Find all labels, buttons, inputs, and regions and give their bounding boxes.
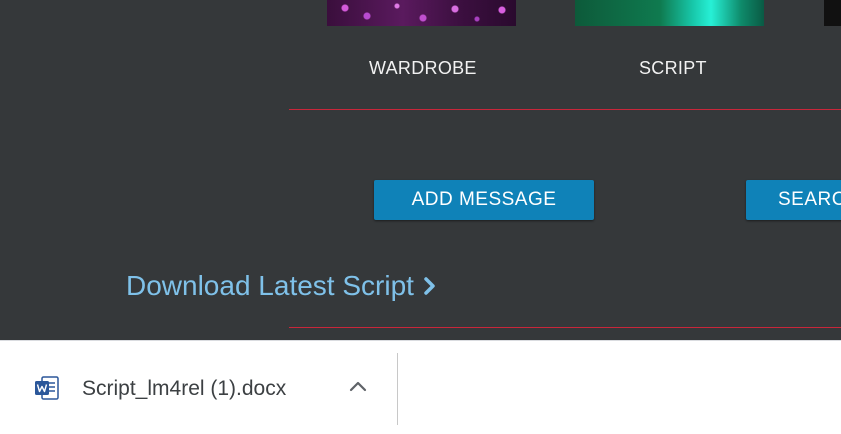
chevron-up-icon[interactable] — [348, 379, 368, 393]
category-thumbnail[interactable] — [824, 0, 841, 26]
wardrobe-category-link[interactable]: WARDROBE — [369, 58, 477, 79]
section-divider — [289, 109, 841, 110]
add-message-button[interactable]: ADD MESSAGE — [374, 180, 594, 220]
download-filename: Script_lm4rel (1).docx — [82, 377, 287, 400]
download-shelf: Script_lm4rel (1).docx — [0, 340, 841, 434]
word-document-icon — [35, 376, 59, 400]
download-latest-script-link[interactable]: Download Latest Script — [126, 270, 438, 302]
script-thumbnail[interactable] — [575, 0, 764, 26]
download-item-separator — [397, 353, 398, 425]
script-category-link[interactable]: SCRIPT — [639, 58, 707, 79]
wardrobe-thumbnail[interactable] — [327, 0, 516, 26]
page: WARDROBE SCRIPT ADD MESSAGE SEARCH Downl… — [0, 0, 841, 434]
search-button[interactable]: SEARCH — [746, 180, 841, 220]
section-divider — [289, 327, 841, 328]
download-link-label: Download Latest Script — [126, 270, 414, 301]
chevron-right-icon — [424, 277, 435, 295]
download-item[interactable]: Script_lm4rel (1).docx — [0, 341, 397, 434]
main-content: WARDROBE SCRIPT ADD MESSAGE SEARCH Downl… — [0, 0, 841, 340]
